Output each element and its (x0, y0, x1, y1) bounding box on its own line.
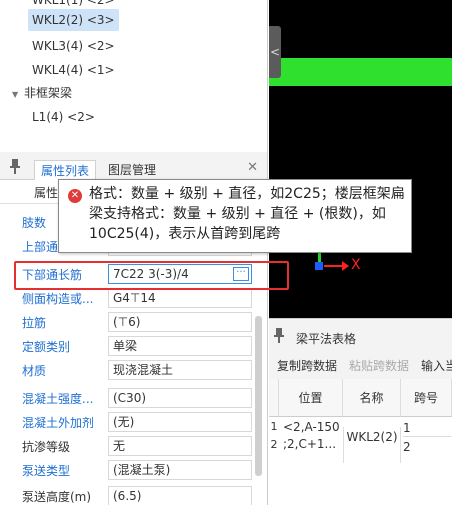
property-name: 定额类别 (22, 340, 71, 354)
paste-span-button[interactable]: 粘贴跨数据 (349, 357, 409, 374)
row-number-header (269, 379, 279, 417)
property-row: 抗渗等级 无 (0, 434, 267, 458)
property-name: 肢数 (22, 216, 47, 230)
bottom-rebar-value: 7C22 3(-3)/4 (113, 267, 189, 281)
property-value[interactable]: (混凝土泵) (108, 460, 252, 480)
property-name: 混凝土外加剂 (22, 416, 95, 430)
tooltip-text: 格式：数量 + 级别 + 直径，如2C25；楼层框架扁梁支持格式：数量 + 级别… (89, 186, 405, 242)
beam-table-toolbar: 复制跨数据 粘贴跨数据 输入当 (269, 353, 452, 377)
tree-item-wkl2[interactable]: WKL2(2) <3> (28, 9, 119, 31)
close-icon[interactable]: ✕ (247, 160, 258, 175)
property-name: 下部通长筋 (22, 268, 83, 282)
tree-item-wkl3[interactable]: WKL3(4) <2> (28, 35, 119, 57)
origin-marker (315, 262, 323, 270)
collapse-arrow-icon[interactable]: ▼ (12, 85, 24, 105)
property-row-bottom-rebar: 下部通长筋 7C22 3(-3)/4 ··· (0, 262, 267, 286)
tree-item-wkl4[interactable]: WKL4(4) <1> (28, 59, 119, 81)
property-name: 混凝土强度... (22, 392, 94, 406)
property-name: 抗渗等级 (22, 440, 71, 454)
property-row: 定额类别 单梁 (0, 334, 267, 358)
x-axis-arrow-icon (342, 261, 349, 271)
property-row: 混凝土外加剂 (无) (0, 410, 267, 434)
pin-icon[interactable] (10, 158, 20, 174)
x-axis-indicator (324, 265, 344, 267)
beam-table: 位置 名称 跨号 1 2 <2,A-150 ;2,C+1... WKL2(2) … (269, 379, 452, 505)
property-tabbar: 属性列表 图层管理 ✕ (0, 152, 267, 180)
copy-span-button[interactable]: 复制跨数据 (277, 357, 337, 374)
component-tree: WKL1(1) <2> WKL2(2) <3> WKL3(4) <2> WKL4… (0, 0, 268, 152)
property-name: 泵送类型 (22, 464, 71, 478)
property-value[interactable]: 现浇混凝土 (108, 360, 252, 380)
property-value[interactable]: (无) (108, 412, 252, 432)
pin-icon[interactable] (274, 327, 284, 343)
drawing-canvas[interactable]: < X (269, 0, 452, 318)
bottom-rebar-input[interactable]: 7C22 3(-3)/4 ··· (108, 264, 252, 284)
position-cell[interactable]: <2,A-150 ;2,C+1... (283, 419, 343, 453)
property-row: 泵送类型 (混凝土泵) (0, 458, 267, 482)
header-property-name: 属性 (34, 186, 59, 200)
property-row: 拉筋 (⊤6) (0, 310, 267, 334)
tree-item-l1[interactable]: L1(4) <2> (28, 106, 99, 128)
more-options-button[interactable]: ··· (233, 267, 249, 281)
format-tooltip: ✕ 格式：数量 + 级别 + 直径，如2C25；楼层框架扁梁支持格式：数量 + … (58, 179, 412, 253)
property-value[interactable]: (⊤6) (108, 312, 252, 332)
property-value[interactable]: 无 (108, 436, 252, 456)
property-value[interactable]: 单梁 (108, 336, 252, 356)
panel-title: 梁平法表格 (296, 332, 357, 346)
tree-category-non-frame-beam[interactable]: ▼ 非框架梁 (12, 83, 72, 103)
input-button[interactable]: 输入当 (421, 357, 452, 374)
column-header-name[interactable]: 名称 (343, 379, 401, 417)
property-row: 混凝土强度... (C30) (0, 386, 267, 410)
panel-collapse-handle[interactable]: < (269, 26, 281, 78)
property-row: 材质 现浇混凝土 (0, 358, 267, 382)
x-axis-label: X (351, 257, 361, 273)
property-row: 泵送高度(m) (6.5) (0, 484, 267, 505)
property-value[interactable]: (6.5) (108, 486, 252, 505)
row-number: 2 (270, 438, 278, 451)
property-name: 侧面构造或... (22, 292, 94, 306)
property-value[interactable]: (C30) (108, 388, 252, 408)
span-cell[interactable]: 2 (403, 438, 451, 456)
property-name: 泵送高度(m) (22, 490, 92, 504)
tab-property-list[interactable]: 属性列表 (34, 160, 97, 180)
beam-table-panel: 梁平法表格 复制跨数据 粘贴跨数据 输入当 位置 名称 跨号 1 2 <2,A-… (269, 318, 452, 505)
tree-category-label: 非框架梁 (24, 86, 73, 100)
span-cell[interactable]: 1 (403, 419, 451, 437)
property-name: 拉筋 (22, 316, 47, 330)
property-name: 材质 (22, 364, 47, 378)
beam-shape[interactable] (269, 58, 452, 86)
name-cell[interactable]: WKL2(2) (343, 427, 401, 463)
tab-layer-management[interactable]: 图层管理 (102, 160, 162, 180)
row-number: 1 (270, 420, 278, 433)
column-header-position[interactable]: 位置 (279, 379, 343, 417)
property-row: 侧面构造或... G4⊤14 (0, 286, 267, 310)
error-icon: ✕ (68, 189, 82, 203)
property-name: 上部通 (22, 240, 59, 254)
property-scrollbar[interactable] (255, 316, 262, 476)
column-header-span[interactable]: 跨号 (401, 379, 452, 417)
property-value[interactable]: G4⊤14 (108, 288, 252, 308)
